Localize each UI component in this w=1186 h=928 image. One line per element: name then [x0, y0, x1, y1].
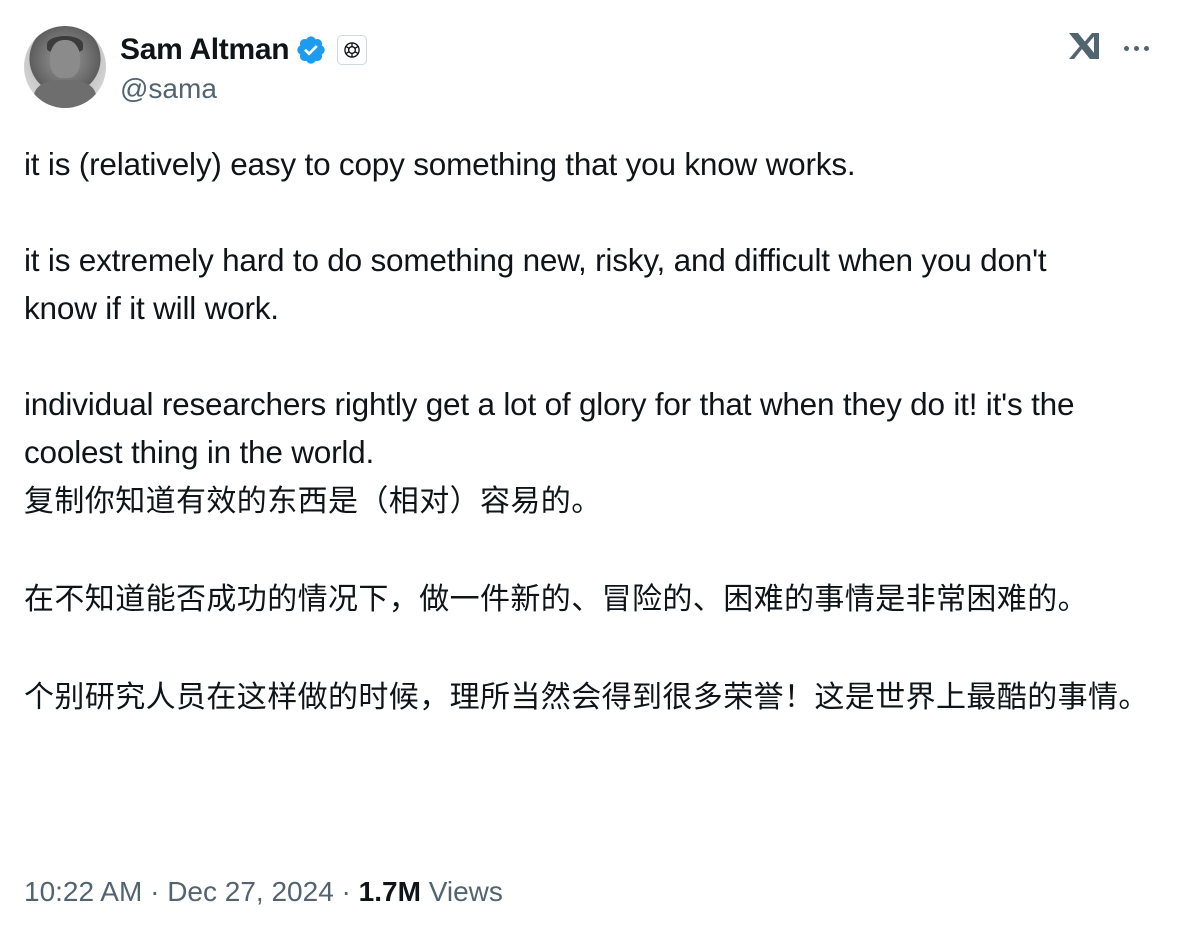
tweet-paragraph-zh-1: 复制你知道有效的东西是（相对）容易的。: [24, 484, 602, 519]
verified-badge-icon[interactable]: [295, 34, 327, 66]
author-name[interactable]: Sam Altman: [120, 33, 290, 67]
openai-affiliation-icon[interactable]: [337, 35, 368, 65]
avatar[interactable]: [24, 26, 106, 108]
tweet-date[interactable]: Dec 27, 2024: [167, 876, 334, 908]
tweet-paragraph-en-1: it is (relatively) easy to copy somethin…: [24, 146, 856, 182]
tweet-paragraph-zh-3: 个别研究人员在这样做的时候，理所当然会得到很多荣誉！这是世界上最酷的事情。: [24, 680, 1149, 715]
x-logo-icon[interactable]: [1066, 28, 1102, 64]
views-count[interactable]: 1.7M: [359, 876, 421, 908]
views-label: Views: [420, 876, 503, 907]
more-options-icon[interactable]: [1118, 30, 1154, 66]
tweet-meta: 10:22 AM · Dec 27, 2024 · 1.7M Views: [24, 876, 503, 908]
tweet-body: it is (relatively) easy to copy somethin…: [24, 140, 1164, 722]
tweet-paragraph-en-3: individual researchers rightly get a lot…: [24, 386, 1083, 470]
tweet-header: Sam Altman @sama: [24, 26, 1164, 110]
tweet-time[interactable]: 10:22 AM: [24, 876, 142, 908]
author-handle[interactable]: @sama: [120, 73, 217, 105]
author-name-row: Sam Altman: [120, 30, 368, 70]
tweet-paragraph-en-2: it is extremely hard to do something new…: [24, 242, 1056, 326]
meta-separator: ·: [142, 876, 168, 907]
tweet-paragraph-zh-2: 在不知道能否成功的情况下，做一件新的、冒险的、困难的事情是非常困难的。: [24, 582, 1088, 617]
meta-separator: ·: [333, 876, 359, 907]
